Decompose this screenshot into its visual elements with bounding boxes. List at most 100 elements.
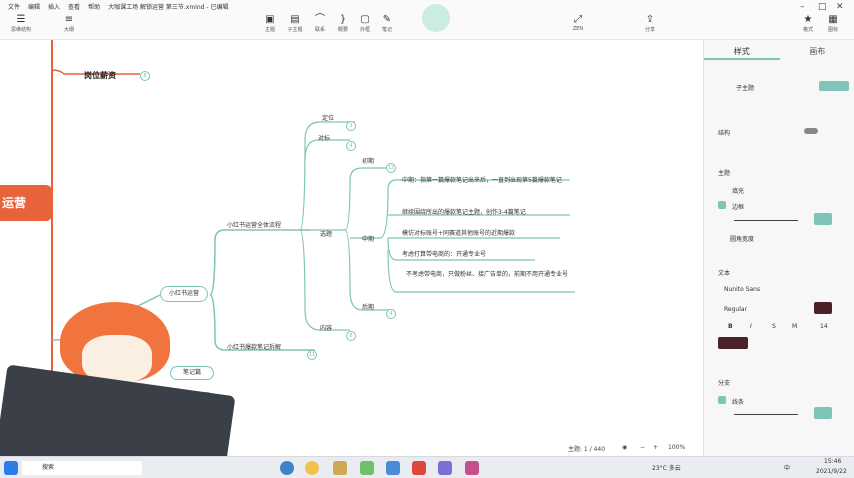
windows-start-icon[interactable]: [4, 461, 18, 475]
topic-icon: ▣: [265, 14, 275, 25]
node-positioning-count[interactable]: 3: [346, 121, 356, 131]
topic-label: 主题: [718, 170, 731, 177]
node-early[interactable]: 初期: [362, 156, 374, 165]
folder-icon[interactable]: [333, 461, 347, 475]
node-benchmark[interactable]: 对标: [318, 133, 330, 142]
chrome-icon[interactable]: [305, 461, 319, 475]
note-middle-definition[interactable]: 中期：指第一篇爆款笔记出来后，一直到出现第5篇爆款笔记: [402, 176, 572, 186]
sub-node-breakdown[interactable]: 小红书爆款笔记拆解: [227, 342, 281, 351]
sub-node-process[interactable]: 小红书运营全体流程: [227, 220, 281, 229]
strike-button[interactable]: S: [772, 323, 776, 330]
menu-view[interactable]: 查看: [68, 2, 80, 11]
mindmap-canvas[interactable]: 运营 岗位薪资 8 小红书运营 小红书运营全体流程 小红书爆款笔记拆解 11 定…: [0, 40, 703, 456]
outline-icon: ≡: [64, 14, 74, 25]
edge-icon[interactable]: [280, 461, 294, 475]
zoom-out-icon[interactable]: −: [640, 444, 645, 451]
branch-label: 分支: [718, 380, 731, 387]
font-family[interactable]: Nunito Sans: [724, 286, 760, 293]
tab-style[interactable]: 样式: [704, 44, 780, 60]
font-size[interactable]: 14: [820, 323, 828, 330]
branch-salary[interactable]: 岗位薪资: [84, 70, 116, 81]
note-continue-topic[interactable]: 继续围绕所出的爆款笔记主题，创作3-4篇笔记: [402, 208, 572, 218]
structure-button[interactable]: ☰ 思维结构: [6, 14, 36, 38]
style-preview[interactable]: [819, 81, 849, 91]
menu-file[interactable]: 文件: [8, 2, 20, 11]
weather-info[interactable]: 23°C 多云: [652, 463, 681, 472]
main-node[interactable]: 小红书运营: [160, 286, 208, 302]
xmind-app: 文件 编辑 插入 查看 帮助 大咖课工场 解锁运营 第三节.xmind - 已编…: [0, 0, 854, 478]
border-color-swatch[interactable]: [814, 213, 832, 225]
border-checkbox[interactable]: [718, 201, 726, 209]
wechat-icon[interactable]: [360, 461, 374, 475]
node-content-count[interactable]: 8: [346, 331, 356, 341]
maximize-icon[interactable]: □: [818, 2, 827, 12]
branch-line-style[interactable]: [734, 414, 798, 415]
app2-icon[interactable]: [438, 461, 452, 475]
taskbar-search[interactable]: 搜索: [22, 461, 142, 475]
text-label: 文本: [718, 270, 731, 277]
clock-time[interactable]: 15:46: [824, 458, 841, 465]
zoom-level[interactable]: 100%: [668, 444, 685, 451]
bold-button[interactable]: B: [728, 323, 733, 330]
note-ecommerce[interactable]: 考虑打算带电商的：开通专业号: [402, 250, 572, 260]
note-imitate[interactable]: 模仿对标账号+同赛道其他账号的近期爆款: [402, 229, 572, 239]
zoom-in-icon[interactable]: +: [653, 444, 658, 451]
node-early-count[interactable]: 12: [386, 163, 396, 173]
view-icon[interactable]: ◉: [622, 444, 627, 451]
left-node-notes[interactable]: 笔记篇: [170, 366, 214, 380]
text-color-swatch[interactable]: [814, 302, 832, 314]
more-text-button[interactable]: M: [792, 323, 797, 330]
app-icon[interactable]: [386, 461, 400, 475]
clock-date[interactable]: 2021/9/22: [816, 468, 847, 475]
branch-color-swatch[interactable]: [814, 407, 832, 419]
menu-help[interactable]: 帮助: [88, 2, 100, 11]
node-positioning[interactable]: 定位: [322, 113, 334, 122]
border-line-style[interactable]: [734, 220, 798, 221]
line-checkbox[interactable]: [718, 396, 726, 404]
zen-button[interactable]: ⤢ ZEN: [563, 14, 593, 38]
font-weight[interactable]: Regular: [724, 306, 747, 313]
root-topic[interactable]: 运营: [0, 185, 52, 221]
input-language[interactable]: 中: [784, 463, 790, 472]
node-middle[interactable]: 中期: [362, 234, 374, 243]
structure-toggle[interactable]: [804, 128, 818, 134]
zen-icon: ⤢: [574, 14, 582, 25]
note-icon: ✎: [382, 14, 392, 25]
relationship-icon: ⌒: [315, 14, 325, 25]
share-button[interactable]: ⇪ 分享: [635, 14, 665, 38]
node-benchmark-count[interactable]: 4: [346, 141, 356, 151]
line-label: 线条: [732, 399, 745, 406]
topic-count: 主题: 1 / 440: [568, 446, 606, 453]
menu-edit[interactable]: 编辑: [28, 2, 40, 11]
xmind-icon[interactable]: [412, 461, 426, 475]
italic-button[interactable]: I: [750, 323, 752, 330]
fill-label: 填充: [732, 188, 745, 195]
minimize-icon[interactable]: –: [800, 2, 805, 12]
note-no-ecommerce[interactable]: 不考虑带电商，只做粉丝、接广告单的，前期不用开通专业号: [402, 270, 572, 280]
image-icon: ▦: [828, 14, 838, 25]
icon-button[interactable]: ▦ 图标: [818, 14, 848, 38]
node-late-count[interactable]: 4: [386, 309, 396, 319]
star-icon: ★: [803, 14, 813, 25]
recording-avatar: [422, 4, 450, 32]
outline-button[interactable]: ≡ 大纲: [54, 14, 84, 38]
structure-icon: ☰: [16, 14, 26, 25]
toolbar: ☰ 思维结构 ≡ 大纲 ▣ 主题 ▤ 子主题 ⌒ 联系 } 概要 ▢ 外框 ✎: [0, 2, 854, 40]
close-icon[interactable]: ✕: [836, 2, 844, 12]
style-name[interactable]: 子主题: [736, 83, 754, 92]
branch-salary-count[interactable]: 8: [140, 71, 150, 81]
boundary-icon: ▢: [360, 14, 370, 25]
windows-taskbar: 搜索 23°C 多云 中 15:46 2021/9/22: [0, 456, 854, 478]
highlight-swatch[interactable]: [718, 337, 748, 349]
app3-icon[interactable]: [465, 461, 479, 475]
menu-insert[interactable]: 插入: [48, 2, 60, 11]
node-content[interactable]: 内容: [320, 323, 332, 332]
sub-node-breakdown-count[interactable]: 11: [307, 350, 317, 360]
window-title: 大咖课工场 解锁运营 第三节.xmind - 已编辑: [108, 3, 229, 11]
tab-canvas[interactable]: 画布: [780, 44, 854, 60]
panel-tabs: 样式 画布: [704, 44, 854, 60]
node-late[interactable]: 后期: [362, 302, 374, 311]
rounded-label: 圆角宽度: [730, 236, 755, 243]
node-topic-selection[interactable]: 选题: [320, 229, 332, 238]
note-button[interactable]: ✎ 笔记: [372, 14, 402, 38]
